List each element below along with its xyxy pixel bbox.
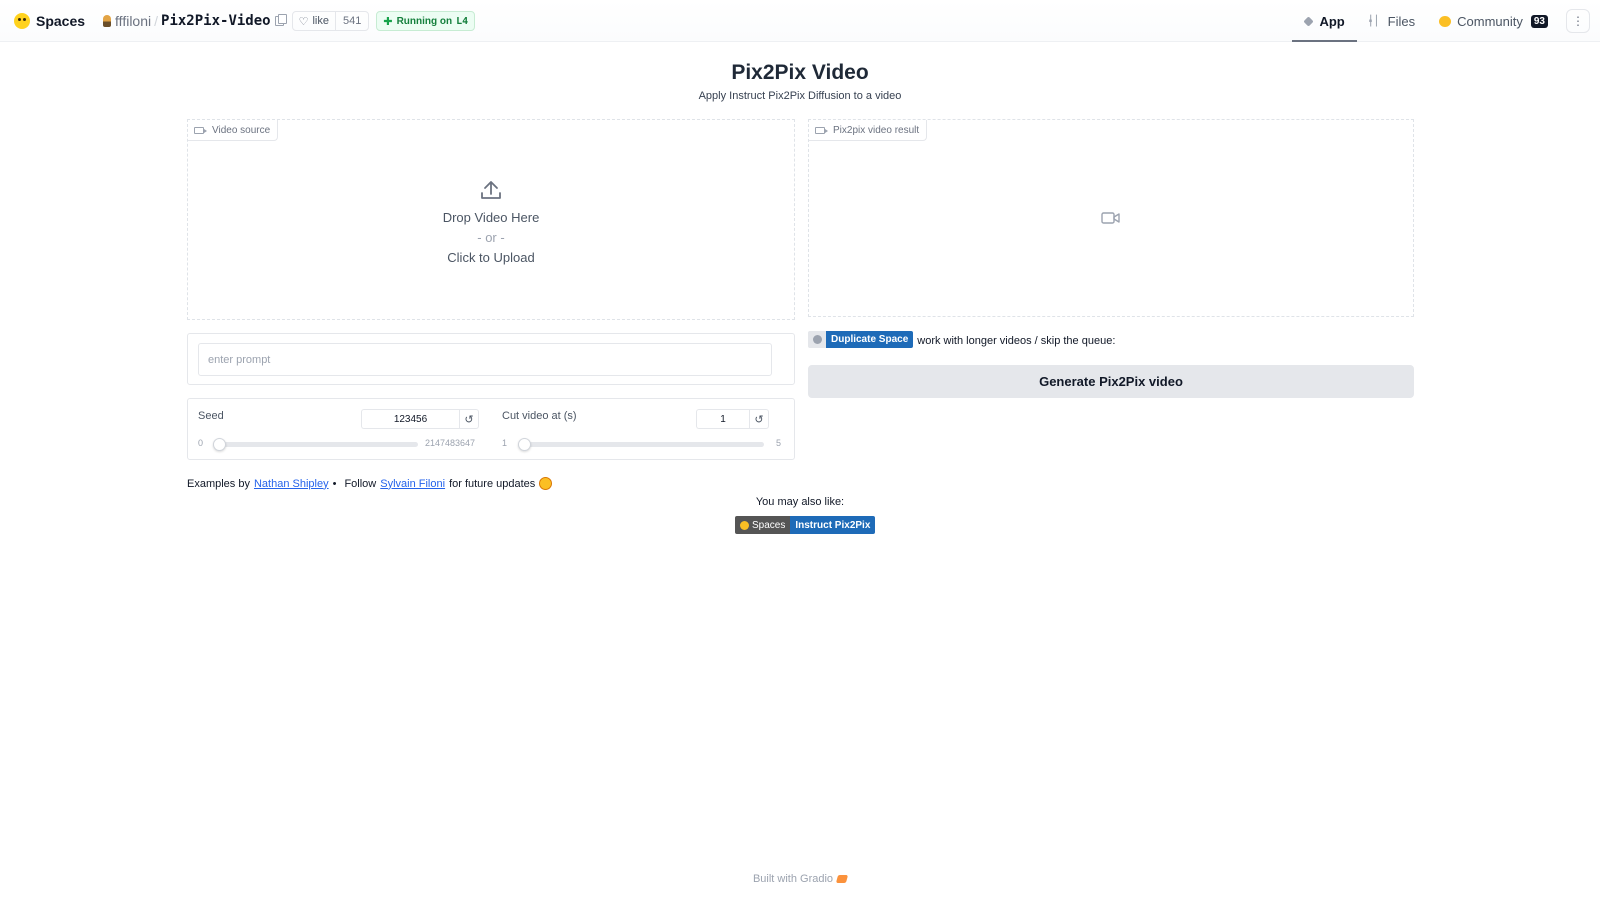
heart-icon: ♡ bbox=[298, 15, 309, 28]
video-source-label-text: Video source bbox=[212, 124, 271, 136]
like-main[interactable]: ♡ like bbox=[293, 12, 335, 30]
top-bar: Spaces fffiloni / Pix2Pix-Video ♡ like 5… bbox=[0, 0, 1600, 42]
video-source-label: Video source bbox=[188, 120, 279, 141]
badge-spaces-part: Spaces bbox=[735, 516, 791, 534]
repo-header: Spaces fffiloni / Pix2Pix-Video ♡ like 5… bbox=[14, 0, 476, 42]
generate-button[interactable]: Generate Pix2Pix video bbox=[808, 365, 1414, 398]
space-nav: App ▪▏▏ Files Community 93 ⋮ bbox=[1292, 0, 1590, 42]
seed-reset-button[interactable]: ↺ bbox=[459, 409, 479, 429]
copy-icon[interactable] bbox=[274, 14, 287, 26]
duplicate-space-label: Duplicate Space bbox=[826, 330, 914, 348]
duplicate-space-icon bbox=[808, 330, 826, 348]
cut-video-number-input[interactable] bbox=[696, 409, 749, 429]
click-to-upload-text: Click to Upload bbox=[447, 250, 535, 265]
instruct-pix2pix-badge[interactable]: Spaces Instruct Pix2Pix bbox=[735, 516, 876, 534]
running-status-badge[interactable]: ✚ Running on L4 bbox=[376, 11, 476, 31]
credits-line: Examples by Nathan Shipley • Follow Sylv… bbox=[187, 477, 553, 490]
like-button[interactable]: ♡ like 541 bbox=[291, 11, 370, 31]
huggingface-logo-icon[interactable] bbox=[14, 13, 30, 29]
seed-slider-block: Seed ↺ 0 2147483647 bbox=[188, 399, 492, 459]
drop-video-text: Drop Video Here bbox=[442, 210, 540, 225]
more-options-button[interactable]: ⋮ bbox=[1566, 9, 1590, 33]
examples-by-text: Examples by bbox=[187, 477, 250, 490]
cut-video-reset-button[interactable]: ↺ bbox=[749, 409, 769, 429]
duplicate-space-badge[interactable]: Duplicate Space bbox=[808, 330, 914, 348]
seed-number-input[interactable] bbox=[361, 409, 459, 429]
video-source-panel[interactable]: Video source Drop Video Here - or - Clic… bbox=[187, 119, 795, 320]
cut-video-slider-thumb[interactable] bbox=[518, 438, 531, 451]
video-placeholder-icon bbox=[1101, 212, 1120, 224]
hugging-face-emoji-icon bbox=[539, 477, 553, 490]
upload-icon bbox=[481, 181, 501, 199]
gradio-logo-icon bbox=[835, 875, 849, 883]
files-icon: ▪▏▏ bbox=[1368, 15, 1384, 27]
also-like-text: You may also like: bbox=[755, 496, 845, 508]
more-vertical-icon: ⋮ bbox=[1572, 14, 1584, 28]
sliders-box: Seed ↺ 0 2147483647 Cut video at (s) ↺ 1… bbox=[187, 398, 795, 460]
community-count-badge: 93 bbox=[1530, 14, 1548, 28]
follow-text: Follow bbox=[344, 477, 377, 490]
video-camera-icon bbox=[194, 126, 207, 134]
tab-files[interactable]: ▪▏▏ Files bbox=[1357, 0, 1427, 42]
cube-icon bbox=[1303, 15, 1315, 27]
cut-video-label: Cut video at (s) bbox=[502, 410, 577, 422]
hugging-face-icon bbox=[740, 520, 749, 530]
upload-dropzone[interactable]: Drop Video Here - or - Click to Upload bbox=[188, 180, 794, 268]
tab-files-label: Files bbox=[1387, 13, 1416, 29]
seed-slider-track[interactable] bbox=[213, 442, 418, 447]
cut-video-max: 5 bbox=[776, 438, 782, 448]
footer: Built with Gradio bbox=[0, 873, 1600, 885]
spaces-link[interactable]: Spaces bbox=[36, 13, 85, 29]
owner-link[interactable]: fffiloni bbox=[115, 13, 151, 29]
video-result-panel: Pix2pix video result bbox=[808, 119, 1414, 317]
or-text: - or - bbox=[477, 230, 505, 245]
reset-icon: ↺ bbox=[754, 413, 764, 426]
cut-video-slider-block: Cut video at (s) ↺ 1 5 bbox=[492, 399, 796, 459]
path-separator: / bbox=[154, 13, 159, 29]
running-icon: ✚ bbox=[383, 15, 393, 28]
separator-bullet: • bbox=[332, 477, 337, 490]
cut-video-slider-track[interactable] bbox=[518, 442, 764, 447]
tab-community-label: Community bbox=[1457, 13, 1523, 29]
app-title: Pix2Pix Video bbox=[731, 61, 869, 84]
sylvain-filoni-link[interactable]: Sylvain Filoni bbox=[380, 478, 445, 490]
like-count[interactable]: 541 bbox=[334, 12, 368, 30]
video-result-label: Pix2pix video result bbox=[809, 120, 928, 141]
video-camera-icon bbox=[815, 126, 828, 134]
repo-name-link[interactable]: Pix2Pix-Video bbox=[161, 13, 271, 29]
nathan-shipley-link[interactable]: Nathan Shipley bbox=[254, 478, 329, 490]
future-updates-text: for future updates bbox=[449, 477, 536, 490]
prompt-box bbox=[187, 333, 795, 385]
owner-avatar[interactable] bbox=[103, 15, 112, 27]
like-label: like bbox=[312, 15, 329, 27]
duplicate-space-text: work with longer videos / skip the queue… bbox=[917, 335, 1116, 347]
video-result-label-text: Pix2pix video result bbox=[833, 124, 920, 136]
badge-spaces-label: Spaces bbox=[752, 519, 786, 531]
tab-app-label: App bbox=[1319, 13, 1345, 29]
seed-max: 2147483647 bbox=[425, 438, 476, 448]
prompt-input[interactable] bbox=[198, 343, 772, 376]
built-with-gradio-link[interactable]: Built with Gradio bbox=[753, 873, 833, 885]
badge-instruct-label: Instruct Pix2Pix bbox=[790, 516, 876, 534]
running-label: Running on bbox=[396, 15, 453, 27]
seed-min: 0 bbox=[198, 438, 204, 448]
cut-video-min: 1 bbox=[502, 438, 508, 448]
community-icon bbox=[1439, 15, 1452, 27]
seed-label: Seed bbox=[198, 410, 224, 422]
duplicate-space-row: Duplicate Space work with longer videos … bbox=[808, 330, 1115, 348]
hardware-label: L4 bbox=[456, 15, 469, 27]
seed-slider-thumb[interactable] bbox=[213, 438, 226, 451]
reset-icon: ↺ bbox=[464, 413, 474, 426]
tab-app[interactable]: App bbox=[1292, 0, 1358, 42]
app-subtitle: Apply Instruct Pix2Pix Diffusion to a vi… bbox=[698, 90, 902, 102]
tab-community[interactable]: Community 93 bbox=[1427, 0, 1560, 42]
